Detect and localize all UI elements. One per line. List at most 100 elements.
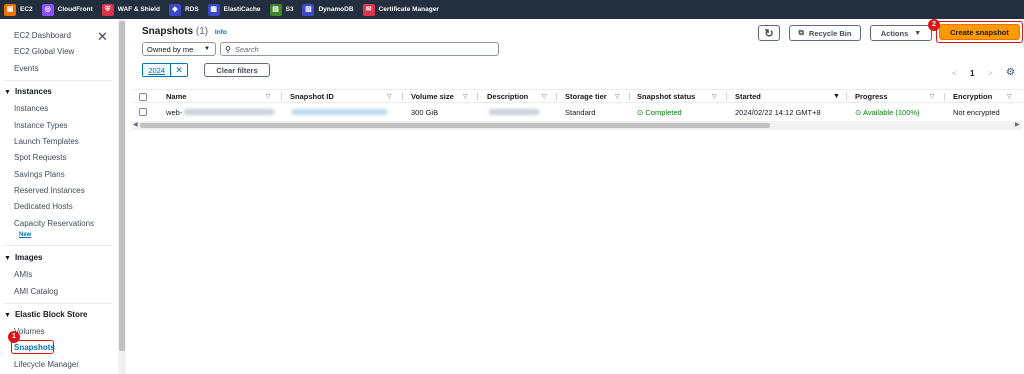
sidebar-item-ec2-dashboard[interactable]: EC2 Dashboard	[14, 31, 71, 40]
waf-shield-icon: ⛨	[101, 3, 114, 16]
service-ec2[interactable]: ▣ EC2	[4, 3, 33, 16]
scrollbar-thumb[interactable]	[140, 123, 770, 128]
sidebar-item-instances[interactable]: Instances	[14, 104, 48, 113]
col-description[interactable]: Description	[487, 92, 528, 101]
settings-gear-icon[interactable]: ⚙	[1006, 67, 1015, 78]
filter-caret-icon[interactable]: ▽	[712, 93, 717, 100]
sidebar-item-lifecycle-manager[interactable]: Lifecycle Manager	[14, 360, 79, 369]
column-divider[interactable]	[846, 93, 847, 101]
sidebar-item-amis[interactable]: AMIs	[14, 270, 32, 279]
section-elastic-block-store[interactable]: ▼ Elastic Block Store	[4, 310, 87, 319]
col-name[interactable]: Name	[166, 92, 186, 101]
col-encryption[interactable]: Encryption	[953, 92, 992, 101]
table-row[interactable]: web- 300 GiB Standard ⊙ Completed 2024/0…	[132, 105, 1022, 120]
section-instances[interactable]: ▼ Instances	[4, 87, 52, 96]
refresh-icon: ↻	[764, 27, 774, 40]
cell-name: web-	[166, 108, 183, 117]
remove-filter-icon[interactable]: ✕	[171, 64, 187, 76]
sidebar-item-ec2-global-view[interactable]: EC2 Global View	[14, 47, 74, 56]
service-cloudfront[interactable]: ◎ CloudFront	[41, 3, 93, 16]
column-divider[interactable]	[281, 93, 282, 101]
title-count: (1)	[195, 26, 209, 37]
page-number[interactable]: 1	[970, 69, 974, 78]
filter-caret-icon[interactable]: ▽	[387, 93, 392, 100]
redacted-snapshot-id	[292, 109, 387, 115]
cell-encryption: Not encrypted	[953, 108, 1000, 117]
create-snapshot-button[interactable]: Create snapshot	[939, 24, 1020, 40]
sidebar-item-ami-catalog[interactable]: AMI Catalog	[14, 287, 58, 296]
column-divider[interactable]	[402, 93, 403, 101]
s3-icon: ▤	[269, 3, 282, 16]
service-certificate-manager[interactable]: ✉ Certificate Manager	[362, 3, 439, 16]
row-checkbox[interactable]	[139, 108, 147, 116]
redacted-name	[184, 109, 274, 115]
service-label: Certificate Manager	[378, 6, 439, 13]
column-divider[interactable]	[477, 93, 478, 101]
recycle-bin-label: Recycle Bin	[808, 28, 852, 38]
service-s3[interactable]: ▤ S3	[269, 3, 294, 16]
filter-caret-icon[interactable]: ▽	[542, 93, 547, 100]
column-divider[interactable]	[556, 93, 557, 101]
clear-filters-button[interactable]: Clear filters	[204, 63, 270, 77]
filter-caret-icon[interactable]: ▽	[463, 93, 468, 100]
select-all-checkbox[interactable]	[139, 93, 147, 101]
filter-caret-icon[interactable]: ▽	[266, 93, 271, 100]
column-divider[interactable]	[944, 93, 945, 101]
actions-button[interactable]: Actions ▼	[870, 25, 932, 41]
owner-select[interactable]: Owned by me ▼	[142, 42, 216, 56]
sidebar-item-snapshots[interactable]: Snapshots	[14, 343, 55, 352]
refresh-button[interactable]: ↻	[758, 25, 780, 41]
sidebar-item-launch-templates[interactable]: Launch Templates	[14, 137, 79, 146]
sidebar-item-savings-plans[interactable]: Savings Plans	[14, 170, 65, 179]
service-elasticache[interactable]: ▦ ElastiCache	[207, 3, 261, 16]
filter-caret-icon[interactable]: ▽	[615, 93, 620, 100]
service-waf-shield[interactable]: ⛨ WAF & Shield	[101, 3, 160, 16]
page-title: Snapshots (1) Info	[142, 26, 227, 37]
sidebar-item-spot-requests[interactable]: Spot Requests	[14, 153, 66, 162]
certificate-manager-icon: ✉	[362, 3, 375, 16]
caret-down-icon: ▼	[4, 89, 11, 96]
col-volume-size[interactable]: Volume size	[411, 92, 454, 101]
close-icon[interactable]: ✕	[97, 29, 108, 45]
scroll-left-icon[interactable]: ◀	[133, 121, 138, 128]
scrollbar-thumb[interactable]	[119, 21, 125, 351]
sidebar-item-capacity-reservations[interactable]: Capacity Reservations	[14, 219, 94, 228]
external-link-icon: ⧉	[798, 28, 804, 37]
info-link[interactable]: Info	[215, 29, 227, 36]
col-snapshot-status[interactable]: Snapshot status	[637, 92, 695, 101]
service-dynamodb[interactable]: ▥ DynamoDB	[302, 3, 354, 16]
filter-caret-icon[interactable]: ▽	[1007, 93, 1012, 100]
section-images[interactable]: ▼ Images	[4, 253, 43, 262]
sidebar-scrollbar[interactable]	[118, 19, 126, 374]
service-rds[interactable]: ◈ RDS	[168, 3, 199, 16]
service-label: CloudFront	[57, 6, 93, 13]
empty-area	[126, 135, 1024, 374]
sidebar-item-reserved-instances[interactable]: Reserved Instances	[14, 186, 85, 195]
services-bar: ▣ EC2 ◎ CloudFront ⛨ WAF & Shield ◈ RDS ▦ Ela…	[0, 0, 1024, 19]
filter-token-value[interactable]: 2024	[143, 64, 172, 76]
scroll-right-icon[interactable]: ▶	[1015, 121, 1020, 128]
status-text: Completed	[645, 108, 682, 117]
search-input[interactable]: ⚲ Search	[220, 42, 499, 56]
filter-caret-icon[interactable]: ▽	[930, 93, 935, 100]
column-divider[interactable]	[726, 93, 727, 101]
new-badge: New	[19, 232, 32, 238]
sidebar-item-instance-types[interactable]: Instance Types	[14, 121, 68, 130]
next-page-icon[interactable]: >	[988, 69, 993, 78]
sort-desc-icon[interactable]: ▼	[833, 93, 840, 100]
service-label: S3	[285, 6, 294, 13]
recycle-bin-button[interactable]: ⧉ Recycle Bin	[789, 25, 861, 41]
prev-page-icon[interactable]: <	[952, 69, 957, 78]
search-placeholder: Search	[234, 44, 259, 54]
col-snapshot-id[interactable]: Snapshot ID	[290, 92, 334, 101]
snapshots-panel: Snapshots (1) Info ↻ ⧉ Recycle Bin Action…	[132, 19, 1023, 135]
column-divider[interactable]	[629, 93, 630, 101]
sidebar-item-events[interactable]: Events	[14, 64, 38, 73]
horizontal-scrollbar[interactable]: ◀ ▶	[132, 121, 1022, 130]
table-header: Name ▽ Snapshot ID ▽ Volume size ▽ Descr…	[132, 89, 1022, 103]
col-progress[interactable]: Progress	[855, 92, 888, 101]
col-started[interactable]: Started	[735, 92, 761, 101]
sidebar-item-dedicated-hosts[interactable]: Dedicated Hosts	[14, 202, 73, 211]
col-storage-tier[interactable]: Storage tier	[565, 92, 607, 101]
elasticache-icon: ▦	[207, 3, 220, 16]
